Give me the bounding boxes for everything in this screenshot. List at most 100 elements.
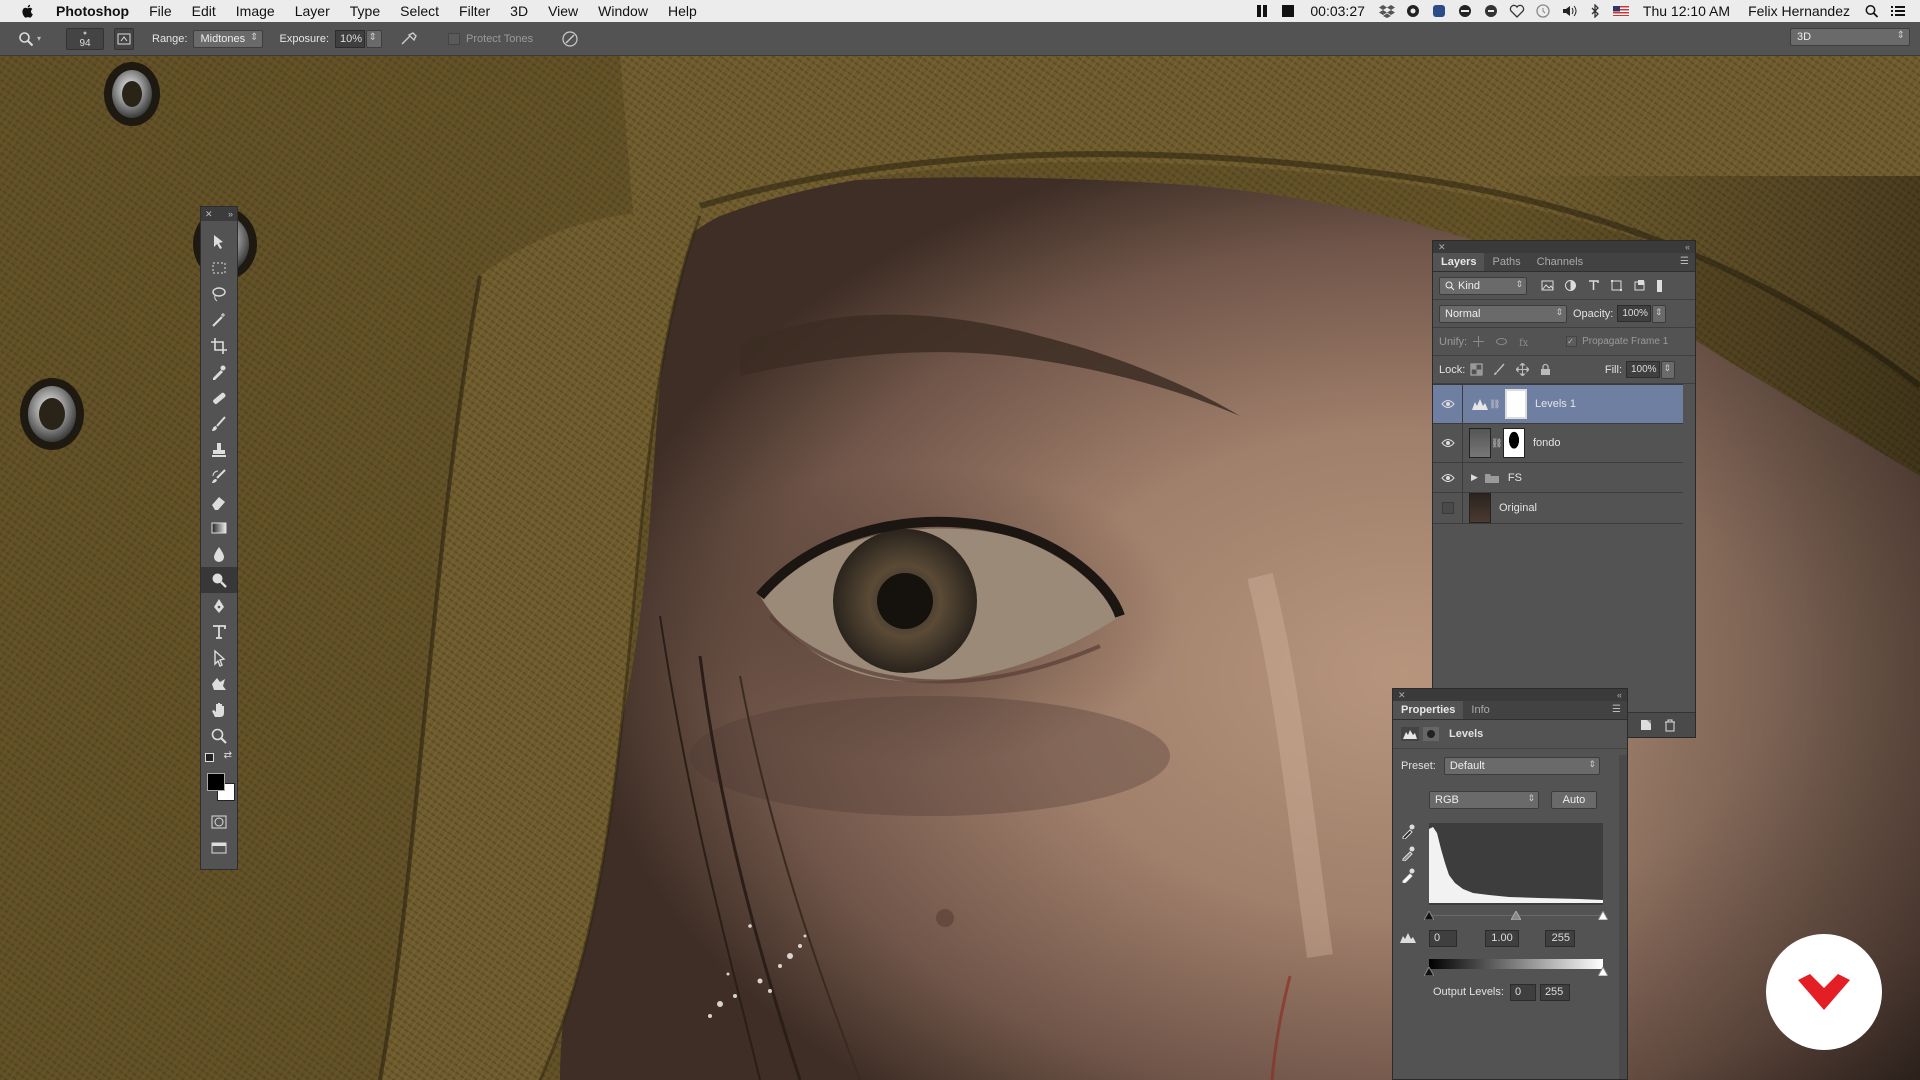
tab-info[interactable]: Info <box>1463 701 1497 719</box>
opacity-input[interactable]: 100% <box>1617 305 1652 322</box>
bluetooth-icon[interactable] <box>1587 4 1603 18</box>
filter-smart-object-icon[interactable] <box>1633 279 1646 292</box>
layer-row-fs-group[interactable]: ▶ FS <box>1433 463 1683 493</box>
exposure-input[interactable]: 10% <box>335 29 366 48</box>
blur-tool[interactable] <box>201 541 237 567</box>
layer-thumbnail[interactable] <box>1469 493 1491 523</box>
output-white-field[interactable]: 255 <box>1539 983 1570 1001</box>
history-brush-tool[interactable] <box>201 463 237 489</box>
brush-panel-toggle[interactable] <box>114 27 134 50</box>
type-tool[interactable] <box>201 619 237 645</box>
foreground-color-swatch[interactable] <box>207 773 225 791</box>
fill-input[interactable]: 100% <box>1626 361 1660 378</box>
layer-row-fondo[interactable]: ⛓ fondo <box>1433 424 1683 463</box>
range-select[interactable]: Midtones <box>193 29 264 48</box>
visibility-toggle[interactable] <box>1433 385 1463 423</box>
lock-transparent-icon[interactable] <box>1470 363 1483 376</box>
output-black-slider[interactable] <box>1424 967 1434 976</box>
healing-brush-tool[interactable] <box>201 385 237 411</box>
menu-window[interactable]: Window <box>588 0 658 22</box>
collapse-icon[interactable]: » <box>228 207 233 221</box>
white-point-eyedropper-icon[interactable] <box>1401 867 1415 883</box>
input-white-slider[interactable] <box>1598 911 1608 920</box>
app-tray-icon[interactable] <box>1431 4 1447 18</box>
stop-icon[interactable] <box>1280 4 1296 18</box>
visibility-toggle[interactable] <box>1433 463 1463 492</box>
screen-mode-toggle[interactable] <box>201 835 237 861</box>
path-selection-tool[interactable] <box>201 645 237 671</box>
output-black-field[interactable]: 0 <box>1509 983 1536 1001</box>
tab-properties[interactable]: Properties <box>1393 701 1464 719</box>
disclosure-triangle-icon[interactable]: ▶ <box>1471 472 1478 483</box>
collapse-icon[interactable]: « <box>1617 689 1622 701</box>
swap-colors-icon[interactable]: ⇄ <box>224 750 232 761</box>
input-gamma-field[interactable]: 1.00 <box>1485 929 1519 947</box>
clock[interactable]: Thu 12:10 AM <box>1634 0 1739 22</box>
tab-paths[interactable]: Paths <box>1484 253 1528 271</box>
quick-mask-toggle[interactable] <box>201 809 237 835</box>
filter-type-icon[interactable] <box>1587 279 1600 292</box>
visibility-toggle[interactable] <box>1433 424 1463 462</box>
layer-name[interactable]: Levels 1 <box>1535 398 1576 410</box>
close-icon[interactable]: ✕ <box>205 207 213 221</box>
menu-3d[interactable]: 3D <box>500 0 538 22</box>
propagate-checkbox[interactable]: ✓ <box>1566 336 1578 347</box>
link-icon[interactable]: ⛓ <box>1491 438 1502 449</box>
black-point-eyedropper-icon[interactable] <box>1401 823 1415 839</box>
panel-menu-icon[interactable]: ☰ <box>1680 253 1689 271</box>
mask-icon[interactable] <box>1423 727 1439 741</box>
menu-type[interactable]: Type <box>340 0 390 22</box>
color-swatches[interactable]: ⇄ <box>201 749 237 775</box>
workspace-switcher[interactable]: 3D <box>1790 28 1910 46</box>
fill-slider-toggle[interactable] <box>1661 360 1675 379</box>
input-gamma-slider[interactable] <box>1511 911 1521 920</box>
lasso-tool[interactable] <box>201 281 237 307</box>
unify-visibility-icon[interactable] <box>1495 335 1508 348</box>
menu-help[interactable]: Help <box>658 0 707 22</box>
gray-point-eyedropper-icon[interactable] <box>1401 845 1415 861</box>
auto-button[interactable]: Auto <box>1551 791 1597 809</box>
preset-select[interactable]: Default <box>1443 757 1600 775</box>
visibility-toggle[interactable] <box>1433 493 1463 523</box>
sync-icon[interactable] <box>1483 4 1499 18</box>
pen-tool[interactable] <box>201 593 237 619</box>
crop-tool[interactable] <box>201 333 237 359</box>
opacity-slider-toggle[interactable] <box>1652 304 1667 323</box>
user-name[interactable]: Felix Hernandez <box>1739 0 1859 22</box>
tools-panel-header[interactable]: ✕ » <box>201 207 237 221</box>
layer-mask-thumbnail[interactable] <box>1503 428 1525 458</box>
eraser-tool[interactable] <box>201 489 237 515</box>
input-black-slider[interactable] <box>1424 911 1434 920</box>
layer-row-original[interactable]: Original <box>1433 493 1683 524</box>
tab-channels[interactable]: Channels <box>1529 253 1591 271</box>
properties-panel-header[interactable]: ✕ « <box>1393 689 1627 701</box>
trash-icon[interactable] <box>1663 718 1677 732</box>
marquee-tool[interactable] <box>201 255 237 281</box>
move-tool[interactable] <box>201 229 237 255</box>
dodge-tool[interactable] <box>201 567 237 593</box>
default-colors-icon[interactable] <box>205 753 214 762</box>
layer-row-levels-1[interactable]: ⛓ Levels 1 <box>1433 385 1683 424</box>
input-white-field[interactable]: 255 <box>1545 929 1575 947</box>
gradient-tool[interactable] <box>201 515 237 541</box>
layer-mask-thumbnail[interactable] <box>1505 389 1527 419</box>
menu-file[interactable]: File <box>139 0 182 22</box>
flag-us-icon[interactable] <box>1612 4 1629 18</box>
filter-shape-icon[interactable] <box>1610 279 1623 292</box>
dropbox-icon[interactable] <box>1378 4 1395 18</box>
layers-panel-header[interactable]: ✕ « <box>1433 241 1695 253</box>
output-white-slider[interactable] <box>1598 967 1608 976</box>
lock-position-icon[interactable] <box>1516 363 1530 376</box>
protect-tones-checkbox[interactable] <box>448 32 461 45</box>
brush-size-picker[interactable]: ● 94 <box>66 27 104 50</box>
unify-style-icon[interactable]: fx <box>1518 335 1531 348</box>
app-menu[interactable]: Photoshop <box>50 0 139 22</box>
unify-position-icon[interactable] <box>1472 335 1485 348</box>
lock-all-icon[interactable] <box>1539 363 1552 376</box>
menu-image[interactable]: Image <box>226 0 285 22</box>
hand-tool[interactable] <box>201 697 237 723</box>
exposure-slider-toggle[interactable] <box>366 29 383 48</box>
magic-wand-tool[interactable] <box>201 307 237 333</box>
time-machine-icon[interactable] <box>1535 4 1551 18</box>
menu-layer[interactable]: Layer <box>285 0 340 22</box>
